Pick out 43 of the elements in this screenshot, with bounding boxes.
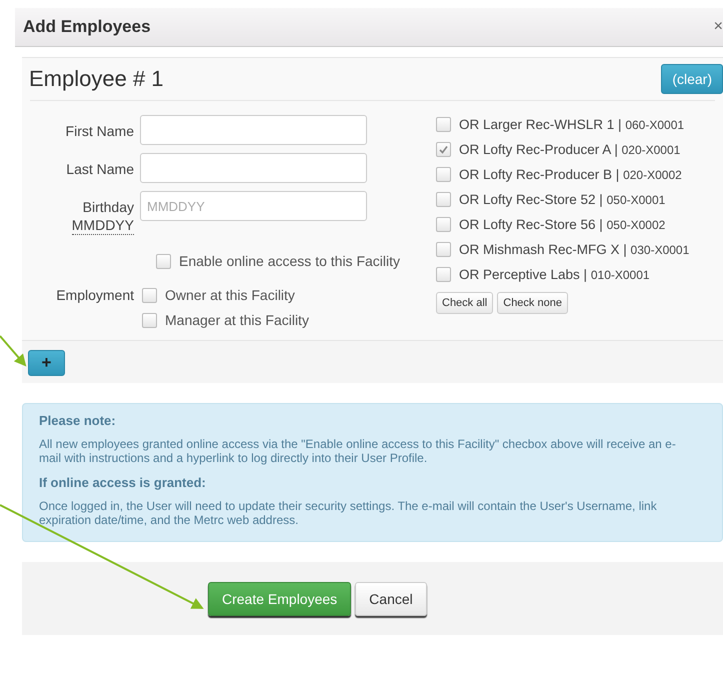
checkbox[interactable] <box>436 117 451 132</box>
field-label: First Name <box>66 122 134 140</box>
create-button[interactable]: Create Employees <box>208 582 352 616</box>
cancel-button[interactable]: Cancel <box>355 582 427 616</box>
facility-label: OR Mishmash Rec-MFG X | 030-X0001 <box>459 242 690 257</box>
note-text: Once logged in, the User will need to update their security settings. The e-mail will contain the User's Username, link expiration date/time, and the Metrc web address. <box>39 499 658 527</box>
check-icon <box>439 145 448 154</box>
facility-label: OR Lofty Rec-Producer B | 020-X0002 <box>459 167 682 182</box>
note-text: All new employees granted online access via the "Enable online access to this Facility" checbox above will receive an e-mail with instructions and a hyperlink to log directly into their User Profile. <box>39 437 677 465</box>
arrow-drawing <box>0 335 26 367</box>
facility-label: OR Larger Rec-WHSLR 1 | 060-X0001 <box>459 117 684 132</box>
employee-heading: Employee # 1 <box>29 66 164 92</box>
input-field[interactable]: MMDDYY <box>140 191 367 221</box>
checkbox-label: Manager at this Facility <box>165 312 309 328</box>
checkbox[interactable] <box>436 242 451 257</box>
note-heading: If online access is granted: <box>39 475 207 490</box>
facility-label: OR Perceptive Labs | 010-X0001 <box>459 267 650 282</box>
checkbox-label: Owner at this Facility <box>165 287 295 303</box>
checkbox[interactable] <box>436 267 451 282</box>
input-field[interactable] <box>140 153 367 183</box>
checkbox[interactable] <box>436 217 451 232</box>
add-button[interactable]: + <box>28 350 65 376</box>
checkbox[interactable] <box>436 192 451 207</box>
checkbox[interactable] <box>156 254 171 268</box>
field-label: Birthday <box>82 198 134 216</box>
input-field[interactable] <box>140 115 367 145</box>
facility-label: OR Lofty Rec-Producer A | 020-X0001 <box>459 142 680 157</box>
close-icon[interactable]: × <box>714 18 723 36</box>
check-none-button[interactable]: Check none <box>497 292 568 314</box>
checkbox-label: Enable online access to this Facility <box>179 253 400 269</box>
field-label: Last Name <box>66 160 134 178</box>
clear-button[interactable]: (clear) <box>661 64 723 94</box>
field-hint: MMDDYY <box>72 216 134 235</box>
facility-label: OR Lofty Rec-Store 52 | 050-X0001 <box>459 192 666 207</box>
dialog-title: Add Employees <box>23 17 151 37</box>
checkbox[interactable] <box>436 142 451 157</box>
check-all-button[interactable]: Check all <box>436 292 494 314</box>
facility-label: OR Lofty Rec-Store 56 | 050-X0002 <box>459 217 666 232</box>
note-heading: Please note: <box>39 413 117 428</box>
employment-label: Employment <box>55 287 134 305</box>
checkbox[interactable] <box>436 167 451 182</box>
checkbox[interactable] <box>142 288 157 302</box>
checkbox[interactable] <box>142 312 157 328</box>
